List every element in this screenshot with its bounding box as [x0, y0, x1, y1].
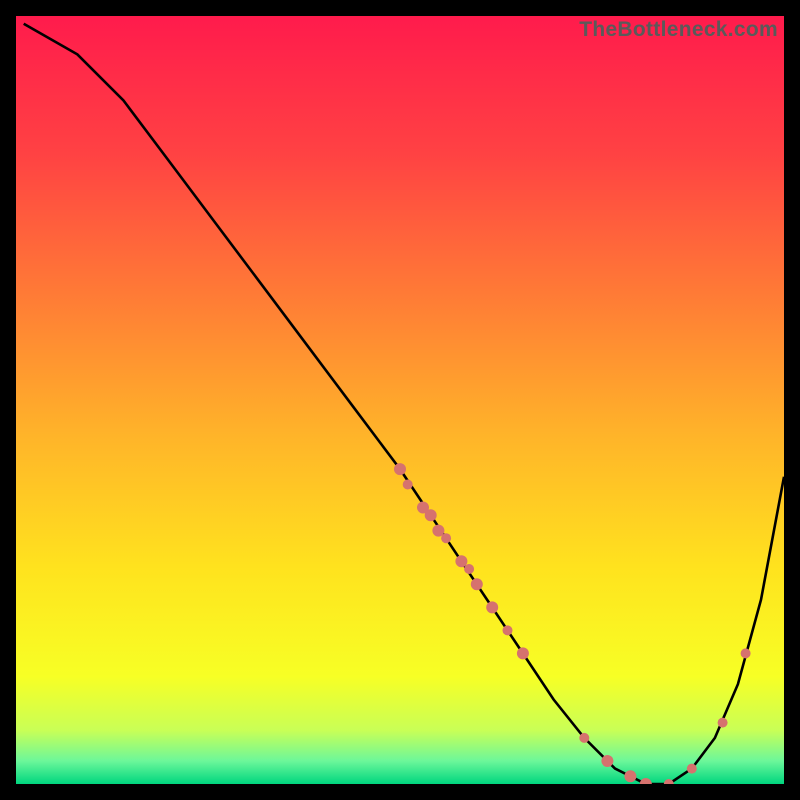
data-point-marker — [425, 509, 437, 521]
data-point-marker — [687, 764, 697, 774]
marker-layer — [394, 463, 751, 784]
data-point-marker — [394, 463, 406, 475]
data-point-marker — [471, 578, 483, 590]
chart-plot — [16, 16, 784, 784]
data-point-marker — [486, 601, 498, 613]
data-point-marker — [403, 480, 413, 490]
data-point-marker — [517, 647, 529, 659]
data-point-marker — [579, 733, 589, 743]
data-point-marker — [464, 564, 474, 574]
data-point-marker — [718, 718, 728, 728]
data-point-marker — [664, 779, 674, 784]
data-point-marker — [441, 533, 451, 543]
data-point-marker — [624, 770, 636, 782]
data-point-marker — [503, 625, 513, 635]
bottleneck-curve — [24, 24, 784, 784]
data-point-marker — [741, 648, 751, 658]
chart-frame: TheBottleneck.com — [16, 16, 784, 784]
data-point-marker — [640, 778, 652, 784]
data-point-marker — [601, 755, 613, 767]
